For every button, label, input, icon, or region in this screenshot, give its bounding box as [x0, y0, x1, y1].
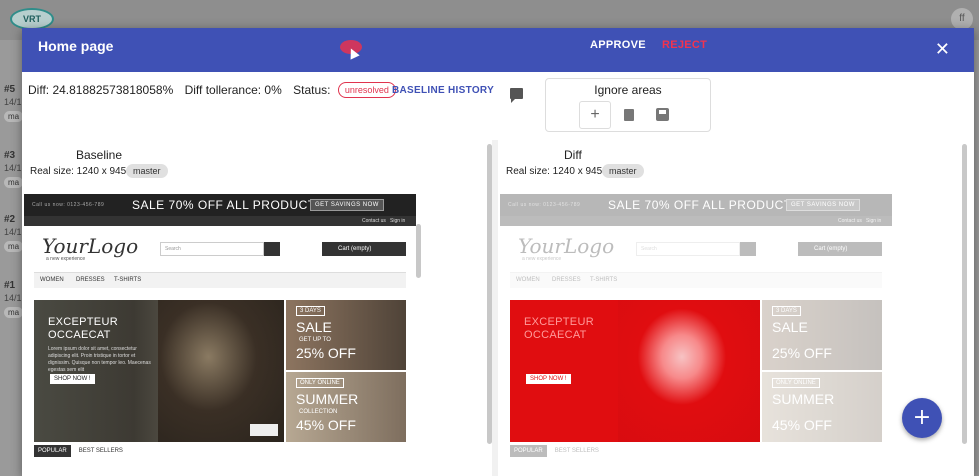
baseline-history-button[interactable]: BASELINE HISTORY: [392, 85, 494, 96]
baseline-inner-scrollbar[interactable]: [416, 224, 421, 278]
info-bar: Diff: 24.81882573818058% Diff tollerance…: [22, 72, 974, 140]
save-icon[interactable]: [656, 108, 669, 121]
shop-sale-banner: Call us now: 0123-456-789 SALE 70% OFF A…: [24, 194, 416, 216]
test-run-dialog: Home page APPROVE REJECT ✕ Diff: 24.8188…: [22, 28, 974, 476]
baseline-size: Real size: 1240 x 945: [30, 166, 127, 177]
shop-search-icon: [264, 242, 280, 256]
diff-percent: Diff: 24.81882573818058%: [28, 83, 174, 97]
shop-promo-summer: ONLY ONLINE SUMMER COLLECTION 45% OFF: [286, 372, 406, 442]
status-label: Status:: [293, 83, 331, 97]
status-badge: unresolved: [337, 82, 396, 98]
dialog-header: Home page APPROVE REJECT ✕: [22, 28, 974, 72]
comment-icon[interactable]: [510, 88, 523, 103]
baseline-screenshot: Call us now: 0123-456-789 SALE 70% OFF A…: [24, 194, 416, 464]
slider-arrows-icon: [250, 424, 278, 436]
add-ignore-area-button[interactable]: +: [579, 101, 611, 129]
reject-button[interactable]: REJECT: [662, 39, 707, 51]
background-build-row: #2 14/1 ma: [4, 214, 24, 252]
diff-scrollbar[interactable]: [962, 144, 967, 444]
diff-size: Real size: 1240 x 945: [506, 166, 603, 177]
shop-hero: EXCEPTEUR OCCAECAT Lorem ipsum dolor sit …: [34, 300, 284, 442]
approve-button[interactable]: APPROVE: [590, 39, 646, 51]
shop-promo-sale: 3 DAYS SALE GET UP TO 25% OFF: [286, 300, 406, 370]
shop-logo: YourLogo: [42, 234, 139, 258]
user-avatar: ff: [951, 8, 973, 30]
ignore-areas-panel: Ignore areas +: [545, 78, 711, 132]
baseline-title: Baseline: [76, 148, 123, 162]
shop-search: Search: [160, 242, 264, 256]
ignore-areas-title: Ignore areas: [594, 83, 662, 97]
diff-title: Diff: [564, 148, 582, 162]
add-fab-button[interactable]: +: [902, 398, 942, 438]
background-build-row: #3 14/1 ma: [4, 150, 24, 188]
background-build-row: #5 14/1 ma: [4, 84, 24, 122]
close-icon[interactable]: ✕: [935, 39, 950, 60]
diff-branch-chip: master: [602, 164, 644, 178]
shop-cart: Cart (empty): [322, 242, 406, 256]
shop-nav: Contact us Sign in: [24, 216, 416, 226]
baseline-branch-chip: master: [126, 164, 168, 178]
shop-tabs: POPULAR BEST SELLERS: [34, 445, 123, 457]
app-logo: VRT: [10, 8, 54, 30]
dialog-title: Home page: [38, 38, 114, 54]
background-build-row: #1 14/1 ma: [4, 280, 24, 318]
baseline-panel: Baseline Real size: 1240 x 945 master Ca…: [22, 140, 492, 476]
diff-info: Diff: 24.81882573818058% Diff tollerance…: [28, 82, 404, 98]
delete-icon[interactable]: [624, 109, 634, 121]
shop-menu: WOMEN DRESSES T-SHIRTS: [34, 272, 406, 288]
diff-highlight-region: EXCEPTEUR OCCAECAT SHOP NOW !: [510, 300, 760, 442]
diff-tolerance: Diff tollerance: 0%: [184, 83, 282, 97]
